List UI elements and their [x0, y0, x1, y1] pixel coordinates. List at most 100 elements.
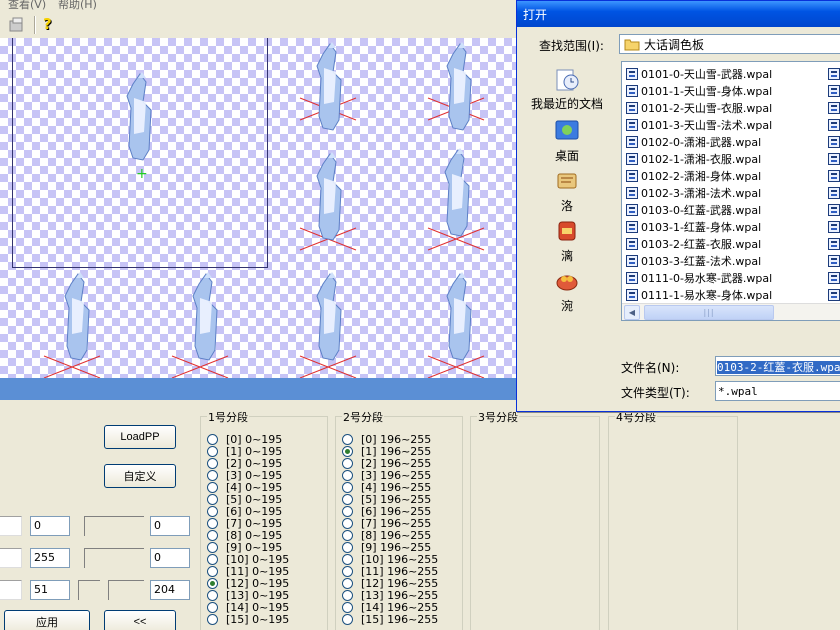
- file-item-column2[interactable]: [828, 116, 840, 133]
- radio-button[interactable]: [342, 565, 353, 577]
- radio-button[interactable]: [342, 553, 353, 565]
- sprite-canvas[interactable]: +: [0, 38, 520, 378]
- file-item[interactable]: 0111-1-易水寒-身体.wpal: [626, 286, 772, 303]
- horizontal-scrollbar[interactable]: ◀ |||: [622, 303, 840, 320]
- value-field-r2-0[interactable]: [0, 548, 22, 568]
- place-wan[interactable]: 涴: [525, 267, 609, 314]
- seg2-option-10[interactable]: [10] 196~255: [342, 553, 438, 566]
- help-button[interactable]: ??: [38, 15, 60, 35]
- custom-button[interactable]: 自定义: [104, 464, 176, 488]
- menu-help[interactable]: 帮助(H): [58, 0, 97, 12]
- file-item-column2[interactable]: [828, 150, 840, 167]
- radio-button[interactable]: [342, 529, 353, 541]
- radio-button[interactable]: [342, 601, 353, 613]
- value-field-r1-a[interactable]: 0: [30, 516, 70, 536]
- file-item-column2[interactable]: [828, 201, 840, 218]
- seg2-option-3[interactable]: [3] 196~255: [342, 469, 431, 482]
- seg1-option-5[interactable]: [5] 0~195: [207, 493, 282, 506]
- seg2-option-4[interactable]: [4] 196~255: [342, 481, 431, 494]
- radio-button[interactable]: [342, 445, 353, 457]
- value-field-r2-a[interactable]: 255: [30, 548, 70, 568]
- menu-view[interactable]: 查看(V): [8, 0, 46, 12]
- seg1-option-4[interactable]: [4] 0~195: [207, 481, 282, 494]
- seg1-option-15[interactable]: [15] 0~195: [207, 613, 289, 626]
- scroll-thumb[interactable]: |||: [644, 305, 774, 320]
- seg2-option-6[interactable]: [6] 196~255: [342, 505, 431, 518]
- dialog-titlebar[interactable]: 打开: [517, 1, 840, 27]
- radio-button[interactable]: [342, 589, 353, 601]
- file-item[interactable]: 0103-0-红蓋-武器.wpal: [626, 201, 761, 218]
- look-in-select[interactable]: 大话调色板: [619, 34, 840, 54]
- seg2-option-15[interactable]: [15] 196~255: [342, 613, 438, 626]
- seg1-option-0[interactable]: [0] 0~195: [207, 433, 282, 446]
- file-item[interactable]: 0101-0-天山雪-武器.wpal: [626, 65, 772, 82]
- value-field-r2-b[interactable]: 0: [150, 548, 190, 568]
- radio-button[interactable]: [207, 493, 218, 505]
- radio-button[interactable]: [342, 577, 353, 589]
- file-item[interactable]: 0103-2-红蓋-衣服.wpal: [626, 235, 761, 252]
- file-item-column2[interactable]: [828, 184, 840, 201]
- file-item-column2[interactable]: [828, 235, 840, 252]
- open-file-button[interactable]: [6, 15, 28, 35]
- radio-button[interactable]: [207, 577, 218, 589]
- file-item-column2[interactable]: [828, 252, 840, 269]
- radio-button[interactable]: [342, 469, 353, 481]
- file-item-column2[interactable]: [828, 65, 840, 82]
- filename-input[interactable]: 0103-2-红蓋-衣服.wpal: [715, 356, 840, 376]
- seg2-option-13[interactable]: [13] 196~255: [342, 589, 438, 602]
- seg2-option-14[interactable]: [14] 196~255: [342, 601, 438, 614]
- radio-button[interactable]: [207, 613, 218, 625]
- radio-button[interactable]: [207, 553, 218, 565]
- radio-button[interactable]: [342, 541, 353, 553]
- file-item[interactable]: 0101-2-天山雪-衣服.wpal: [626, 99, 772, 116]
- radio-button[interactable]: [342, 613, 353, 625]
- file-item[interactable]: 0101-1-天山雪-身体.wpal: [626, 82, 772, 99]
- seg1-option-3[interactable]: [3] 0~195: [207, 469, 282, 482]
- value-field-r3-0[interactable]: [0, 580, 22, 600]
- seg2-option-5[interactable]: [5] 196~255: [342, 493, 431, 506]
- seg2-option-0[interactable]: [0] 196~255: [342, 433, 431, 446]
- seg1-option-12[interactable]: [12] 0~195: [207, 577, 289, 590]
- file-item[interactable]: 0102-2-潇湘-身体.wpal: [626, 167, 761, 184]
- file-item-column2[interactable]: [828, 218, 840, 235]
- file-item-column2[interactable]: [828, 167, 840, 184]
- seg1-option-10[interactable]: [10] 0~195: [207, 553, 289, 566]
- seg1-option-6[interactable]: [6] 0~195: [207, 505, 282, 518]
- scroll-left-button[interactable]: ◀: [624, 305, 640, 320]
- file-item[interactable]: 0102-3-潇湘-法术.wpal: [626, 184, 761, 201]
- seg1-option-8[interactable]: [8] 0~195: [207, 529, 282, 542]
- file-list[interactable]: 0101-0-天山雪-武器.wpal 0101-1-天山雪-身体.wpal 0101…: [621, 61, 840, 321]
- file-item[interactable]: 0102-0-潇湘-武器.wpal: [626, 133, 761, 150]
- file-item[interactable]: 0102-1-潇湘-衣服.wpal: [626, 150, 761, 167]
- file-item[interactable]: 0103-1-红蓋-身体.wpal: [626, 218, 761, 235]
- radio-button[interactable]: [207, 445, 218, 457]
- seg1-option-2[interactable]: [2] 0~195: [207, 457, 282, 470]
- radio-button[interactable]: [207, 433, 218, 445]
- apply-button[interactable]: 应用: [4, 610, 90, 630]
- radio-button[interactable]: [207, 481, 218, 493]
- seg2-option-7[interactable]: [7] 196~255: [342, 517, 431, 530]
- radio-button[interactable]: [207, 601, 218, 613]
- seg1-option-9[interactable]: [9] 0~195: [207, 541, 282, 554]
- file-item-column2[interactable]: [828, 269, 840, 286]
- slider-r1[interactable]: [84, 516, 144, 536]
- radio-button[interactable]: [207, 517, 218, 529]
- seg1-option-7[interactable]: [7] 0~195: [207, 517, 282, 530]
- value-field-r1-b[interactable]: 0: [150, 516, 190, 536]
- value-field-r3-a[interactable]: 51: [30, 580, 70, 600]
- radio-button[interactable]: [207, 469, 218, 481]
- seg1-option-11[interactable]: [11] 0~195: [207, 565, 289, 578]
- seg2-option-9[interactable]: [9] 196~255: [342, 541, 431, 554]
- place-recent[interactable]: 我最近的文档: [525, 65, 609, 112]
- radio-button[interactable]: [207, 457, 218, 469]
- file-item-column2[interactable]: [828, 133, 840, 150]
- radio-button[interactable]: [342, 433, 353, 445]
- file-item-column2[interactable]: [828, 286, 840, 303]
- seg1-option-1[interactable]: [1] 0~195: [207, 445, 282, 458]
- radio-button[interactable]: [207, 529, 218, 541]
- slider-r2[interactable]: [84, 548, 144, 568]
- slider-r3-b[interactable]: [108, 580, 144, 600]
- radio-button[interactable]: [342, 481, 353, 493]
- place-luo[interactable]: 洛: [525, 167, 609, 214]
- seg1-option-13[interactable]: [13] 0~195: [207, 589, 289, 602]
